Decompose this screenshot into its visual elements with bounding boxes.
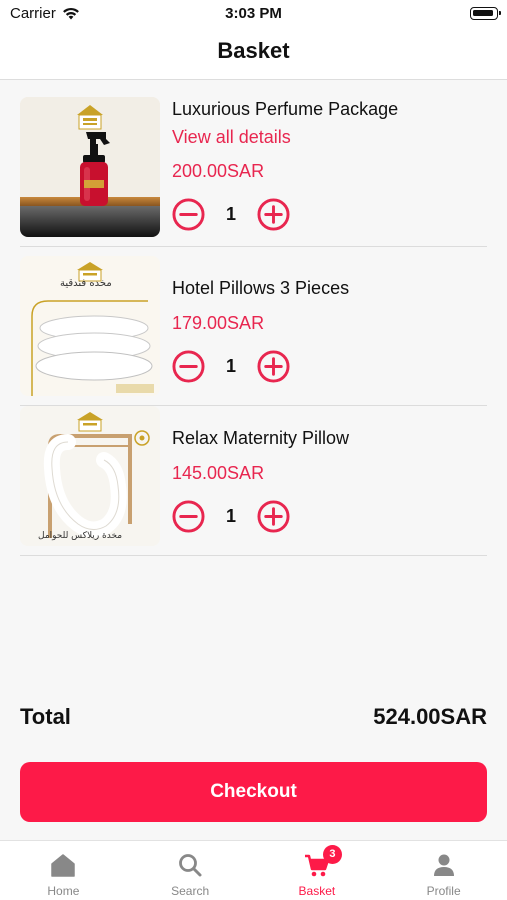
total-row: Total 524.00SAR (20, 704, 487, 730)
decrease-quantity-button[interactable] (172, 350, 205, 383)
decrease-quantity-button[interactable] (172, 198, 205, 231)
quantity-value: 1 (225, 506, 236, 526)
item-name: Luxurious Perfume Package (172, 99, 399, 119)
item-name: Relax Maternity Pillow (172, 428, 350, 448)
tab-basket[interactable]: 3 Basket (254, 841, 381, 900)
pillows-image (20, 256, 160, 396)
tab-label: Search (171, 884, 210, 898)
increase-quantity-button[interactable] (257, 198, 290, 231)
tab-search[interactable]: Search (127, 841, 254, 900)
product-image-perfume[interactable] (20, 97, 160, 237)
total-value: 524.00SAR (373, 704, 487, 729)
tab-label: Home (47, 884, 80, 898)
product-image-hotel-pillows[interactable]: مخده فندقية (20, 256, 160, 396)
quantity-value: 1 (225, 204, 236, 224)
item-name: Hotel Pillows 3 Pieces (172, 278, 350, 298)
quantity-stepper: 1 (172, 500, 290, 533)
increase-quantity-button[interactable] (257, 350, 290, 383)
image-caption: مخدة ريلاكس للحوامل (38, 531, 123, 541)
basket-item-perfume: Luxurious Perfume Package View all detai… (20, 97, 487, 247)
tab-label: Profile (426, 884, 461, 898)
item-price: 145.00SAR (172, 463, 265, 483)
nav-bar: Basket (0, 28, 507, 80)
total-label: Total (20, 704, 71, 729)
checkout-button[interactable]: Checkout (20, 762, 487, 822)
search-icon (179, 854, 202, 877)
product-image-maternity-pillow[interactable]: مخدة ريلاكس للحوامل (20, 406, 160, 546)
quantity-stepper: 1 (172, 198, 290, 231)
basket-item-maternity-pillow: مخدة ريلاكس للحوامل Relax Maternity Pill… (20, 406, 487, 556)
image-caption: مخده فندقية (60, 278, 112, 289)
maternity-pillow-image (20, 406, 160, 546)
increase-quantity-button[interactable] (257, 500, 290, 533)
view-details-link[interactable]: View all details (172, 127, 291, 148)
tab-home[interactable]: Home (0, 841, 127, 900)
tab-label: Basket (298, 884, 336, 898)
tab-bar: Home Search 3 Basket Profile (0, 840, 507, 900)
home-icon (51, 854, 76, 877)
item-price: 200.00SAR (172, 161, 265, 181)
page-title: Basket (217, 38, 290, 63)
tab-profile[interactable]: Profile (380, 841, 507, 900)
status-time: 3:03 PM (225, 5, 282, 22)
battery-icon (470, 7, 501, 20)
item-price: 179.00SAR (172, 313, 265, 333)
person-icon (433, 854, 454, 876)
basket-item-hotel-pillows: مخده فندقية Hotel Pillows 3 Pieces 179.0… (20, 256, 487, 406)
perfume-image (20, 97, 160, 237)
quantity-value: 1 (225, 356, 236, 376)
decrease-quantity-button[interactable] (172, 500, 205, 533)
status-bar: Carrier 3:03 PM (0, 0, 507, 28)
quantity-stepper: 1 (172, 350, 290, 383)
cart-count-badge: 3 (322, 845, 342, 864)
